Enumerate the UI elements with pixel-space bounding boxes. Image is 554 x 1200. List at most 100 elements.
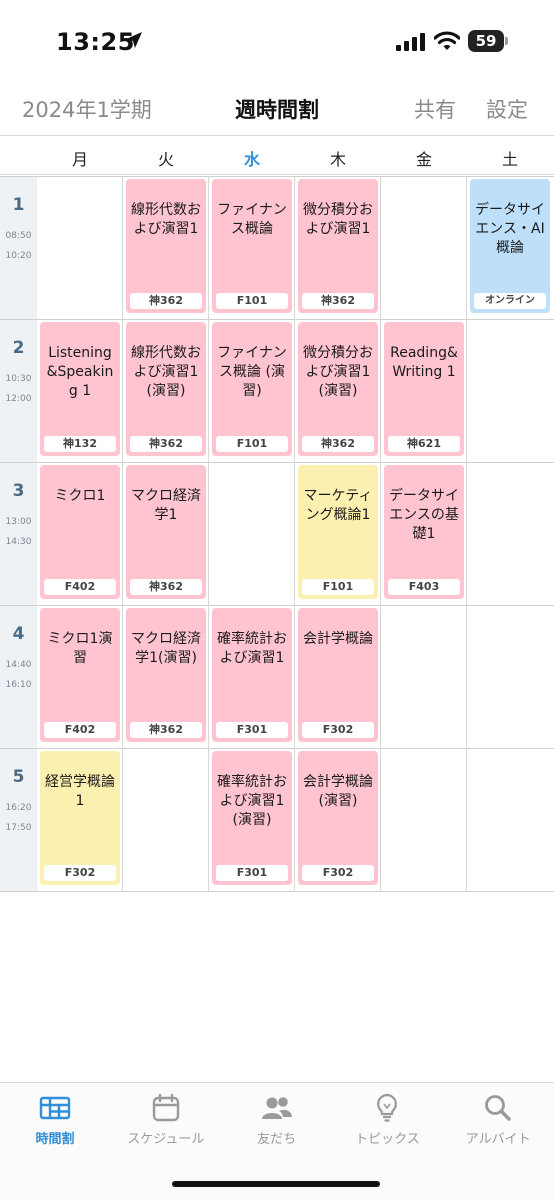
tab-label: アルバイト xyxy=(465,1132,531,1147)
class-name: 経営学概論1 xyxy=(45,774,115,809)
period-cell: 3 13:00 14:30 xyxy=(0,463,37,605)
search-icon xyxy=(482,1093,514,1123)
day-label: 月 xyxy=(71,150,88,169)
row-divider xyxy=(0,176,554,177)
period-start-time: 14:40 xyxy=(5,660,32,670)
period-cell: 4 14:40 16:10 xyxy=(0,606,37,748)
class-card[interactable]: 線形代数および演習1(演習) 神362 xyxy=(126,322,206,456)
class-name: マクロ経済学1(演習) xyxy=(131,631,201,666)
class-card[interactable]: 会計学概論 F302 xyxy=(298,608,378,742)
period-end-time: 12:00 xyxy=(5,394,32,404)
period-start-time: 10:30 xyxy=(5,374,32,384)
home-indicator xyxy=(172,1181,380,1187)
class-card[interactable]: ミクロ1演習 F402 xyxy=(40,608,120,742)
row-divider xyxy=(0,748,554,749)
class-card[interactable]: 確率統計および演習1 F301 xyxy=(212,608,292,742)
settings-button[interactable]: 設定 xyxy=(486,94,528,124)
class-room: F101 xyxy=(216,293,288,309)
class-card[interactable]: マーケティング概論1 F101 xyxy=(298,465,378,599)
class-card[interactable]: マクロ経済学1(演習) 神362 xyxy=(126,608,206,742)
tab-label: 時間割 xyxy=(35,1132,75,1147)
class-name: ファイナンス概論 xyxy=(217,202,287,237)
class-name: Reading&Writing 1 xyxy=(390,345,458,380)
tab-label: 友だち xyxy=(257,1132,297,1147)
period-number: 5 xyxy=(12,767,25,787)
class-name: 線形代数および演習1 xyxy=(131,202,201,237)
period-end-time: 10:20 xyxy=(5,251,32,261)
class-name: 線形代数および演習1(演習) xyxy=(131,345,201,399)
class-room: F402 xyxy=(44,722,116,738)
period-end-time: 16:10 xyxy=(5,680,32,690)
class-name: 確率統計および演習1 xyxy=(217,631,287,666)
class-room: 神362 xyxy=(302,293,374,309)
class-card[interactable]: 経営学概論1 F302 xyxy=(40,751,120,885)
battery-cap xyxy=(505,37,508,45)
class-card[interactable]: ミクロ1 F402 xyxy=(40,465,120,599)
class-card[interactable]: 微分積分および演習1(演習) 神362 xyxy=(298,322,378,456)
class-room: F302 xyxy=(302,865,374,881)
column-divider xyxy=(380,176,381,892)
class-card[interactable]: Reading&Writing 1 神621 xyxy=(384,322,464,456)
column-divider xyxy=(122,176,123,892)
class-room: 神362 xyxy=(130,579,202,595)
app-header: 2024年1学期 週時間割 共有 設定 xyxy=(0,80,554,136)
wifi-icon xyxy=(434,31,460,50)
period-cell: 2 10:30 12:00 xyxy=(0,320,37,462)
class-room: 神132 xyxy=(44,436,116,452)
page-title: 週時間割 xyxy=(235,98,319,122)
class-room: F403 xyxy=(388,579,460,595)
class-card[interactable]: ファイナンス概論 (演習) F101 xyxy=(212,322,292,456)
class-card[interactable]: 線形代数および演習1 神362 xyxy=(126,179,206,313)
class-name: データサイエンス・AI概論 xyxy=(475,202,545,256)
location-arrow-icon xyxy=(126,32,142,48)
class-card[interactable]: ファイナンス概論 F101 xyxy=(212,179,292,313)
weekday-header: 月火水木金土 xyxy=(0,137,554,175)
row-divider xyxy=(0,462,554,463)
cellular-signal-icon xyxy=(396,33,425,51)
battery-level: 59 xyxy=(468,30,504,52)
class-room: オンライン xyxy=(474,293,546,309)
class-name: マクロ経済学1 xyxy=(131,488,201,523)
class-name: マーケティング概論1 xyxy=(303,488,373,523)
period-number: 4 xyxy=(12,624,25,644)
period-end-time: 17:50 xyxy=(5,823,32,833)
tab-search[interactable]: アルバイト xyxy=(443,1093,553,1153)
class-room: F301 xyxy=(216,722,288,738)
lightbulb-icon xyxy=(371,1093,403,1123)
class-room: F101 xyxy=(302,579,374,595)
tab-friends[interactable]: 友だち xyxy=(222,1093,332,1153)
column-divider xyxy=(208,176,209,892)
period-number: 2 xyxy=(12,338,25,358)
tab-calendar[interactable]: スケジュール xyxy=(111,1093,221,1153)
class-room: 神621 xyxy=(388,436,460,452)
day-label: 木 xyxy=(329,150,346,169)
class-room: F301 xyxy=(216,865,288,881)
row-divider xyxy=(0,891,554,892)
column-divider xyxy=(294,176,295,892)
share-button[interactable]: 共有 xyxy=(414,94,456,124)
class-card[interactable]: マクロ経済学1 神362 xyxy=(126,465,206,599)
class-card[interactable]: データサイエンスの基礎1 F403 xyxy=(384,465,464,599)
class-room: F101 xyxy=(216,436,288,452)
tab-timetable[interactable]: 時間割 xyxy=(0,1093,110,1153)
row-divider xyxy=(0,319,554,320)
tab-label: トピックス xyxy=(355,1132,420,1147)
class-card[interactable]: Listening&Speaking 1 神132 xyxy=(40,322,120,456)
class-name: 確率統計および演習1(演習) xyxy=(217,774,287,828)
period-number: 3 xyxy=(12,481,25,501)
friends-icon xyxy=(261,1093,293,1123)
period-number: 1 xyxy=(12,195,25,215)
tab-lightbulb[interactable]: トピックス xyxy=(332,1093,442,1153)
class-name: Listening&Speaking 1 xyxy=(46,345,114,399)
column-divider xyxy=(466,176,467,892)
period-start-time: 13:00 xyxy=(5,517,32,527)
class-card[interactable]: 会計学概論 (演習) F302 xyxy=(298,751,378,885)
class-card[interactable]: 確率統計および演習1(演習) F301 xyxy=(212,751,292,885)
day-label: 水 xyxy=(243,150,260,169)
class-card[interactable]: 微分積分および演習1 神362 xyxy=(298,179,378,313)
period-cell: 1 08:50 10:20 xyxy=(0,177,37,319)
class-card[interactable]: データサイエンス・AI概論オンライン xyxy=(470,179,550,313)
class-name: 会計学概論 xyxy=(303,631,373,647)
day-label: 土 xyxy=(501,150,518,169)
class-name: 微分積分および演習1 xyxy=(303,202,373,237)
